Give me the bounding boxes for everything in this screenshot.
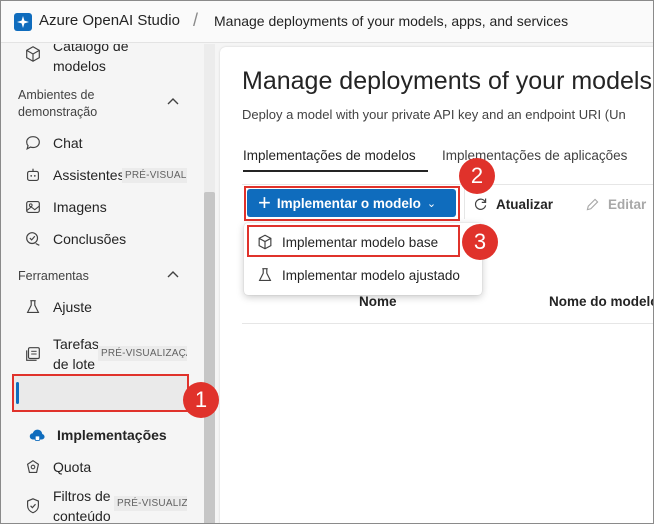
sidebar-item-assistants[interactable]: Assistentes [23, 162, 125, 188]
breadcrumb-separator: / [193, 10, 199, 30]
step-marker-3: 3 [462, 224, 498, 260]
sidebar-item-label: Tarefas de lote [53, 336, 99, 372]
column-header-name[interactable]: Nome [359, 294, 397, 309]
toolbar-separator [464, 187, 465, 219]
group-head-tools: Ferramentas [18, 269, 89, 283]
completions-icon [23, 229, 43, 249]
column-header-model-name[interactable]: Nome do modelo [549, 294, 653, 309]
chevron-up-icon[interactable] [165, 94, 181, 110]
sidebar-item-quota[interactable]: Quota [23, 454, 91, 480]
flask-icon [23, 297, 43, 317]
sidebar-item-label: Imagens [53, 199, 107, 215]
preview-badge: PRÉ-VISUALIZAÇÃO [98, 346, 187, 361]
sidebar-item-label: Ajuste [53, 299, 92, 315]
flask-icon [258, 268, 272, 281]
batch-icon [23, 344, 43, 364]
page-subtitle: Deploy a model with your private API key… [242, 107, 626, 122]
sidebar-item-catalog[interactable]: Catálogo de modelos [23, 44, 153, 76]
app-title[interactable]: Azure OpenAI Studio [39, 12, 180, 29]
sidebar-item-label: Assistentes [53, 167, 125, 183]
sidebar-item-label: Conclusões [53, 231, 127, 247]
sidebar-scrollbar-thumb[interactable] [204, 192, 215, 523]
shield-icon [23, 496, 43, 516]
sidebar-item-label: Catálogo de modelos [53, 44, 129, 74]
menu-item-label: Implementar modelo ajustado [282, 267, 460, 283]
quota-icon [23, 457, 43, 477]
pencil-icon [586, 198, 599, 210]
sidebar-item-finetune[interactable]: Ajuste [23, 294, 92, 320]
page-title: Manage deployments of your models, [242, 67, 654, 95]
preview-badge: PRÉ-VISUALIZAÇÃO [122, 168, 187, 183]
images-icon [23, 197, 43, 217]
edit-label: Editar [608, 196, 647, 212]
top-bar: Azure OpenAI Studio / Manage deployments… [1, 1, 653, 43]
cube-icon [23, 44, 43, 64]
sidebar-item-content-filters[interactable]: Filtros de conteúdo [23, 484, 113, 524]
toolbar-divider [242, 184, 653, 185]
group-head-demo: Ambientes de demonstração [18, 88, 98, 119]
sidebar-item-label: Quota [53, 459, 92, 475]
step-marker-1: 1 [183, 382, 219, 418]
highlight-box-base-model [247, 225, 460, 257]
tab-underline [243, 170, 428, 172]
refresh-icon [474, 198, 487, 210]
sidebar-item-label: Implementações [57, 427, 167, 443]
refresh-button[interactable]: Atualizar [472, 193, 553, 215]
refresh-label: Atualizar [496, 196, 554, 212]
breadcrumb: Manage deployments of your models, apps,… [214, 13, 569, 29]
sidebar-item-chat[interactable]: Chat [23, 130, 83, 156]
menu-item-deploy-finetuned-model[interactable]: Implementar modelo ajustado [244, 259, 482, 291]
sidebar-item-images[interactable]: Imagens [23, 194, 107, 220]
sidebar-item-label: Chat [53, 135, 83, 151]
highlight-box-deploy-button [244, 186, 460, 221]
table-header-divider [242, 323, 653, 324]
edit-button[interactable]: Editar [584, 193, 646, 215]
chevron-up-icon[interactable] [165, 267, 181, 283]
sidebar: Catálogo de modelos Ambientes de demonst… [1, 44, 216, 524]
sidebar-item-label: Filtros de conteúdo [53, 488, 111, 524]
azure-openai-logo-icon[interactable] [14, 13, 32, 31]
highlight-box-deployments [12, 374, 189, 412]
app-window: Azure OpenAI Studio / Manage deployments… [0, 0, 654, 524]
assistant-icon [23, 165, 43, 185]
sidebar-item-deployments[interactable]: Implementações [27, 422, 167, 448]
deployments-icon [27, 425, 47, 445]
tab-model-deployments[interactable]: Implementações de modelos [243, 148, 416, 163]
sidebar-item-completions[interactable]: Conclusões [23, 226, 126, 252]
preview-badge: PRÉ-VISUALIZAÇÃO [114, 496, 187, 511]
step-marker-2: 2 [459, 158, 495, 194]
chat-icon [23, 133, 43, 153]
